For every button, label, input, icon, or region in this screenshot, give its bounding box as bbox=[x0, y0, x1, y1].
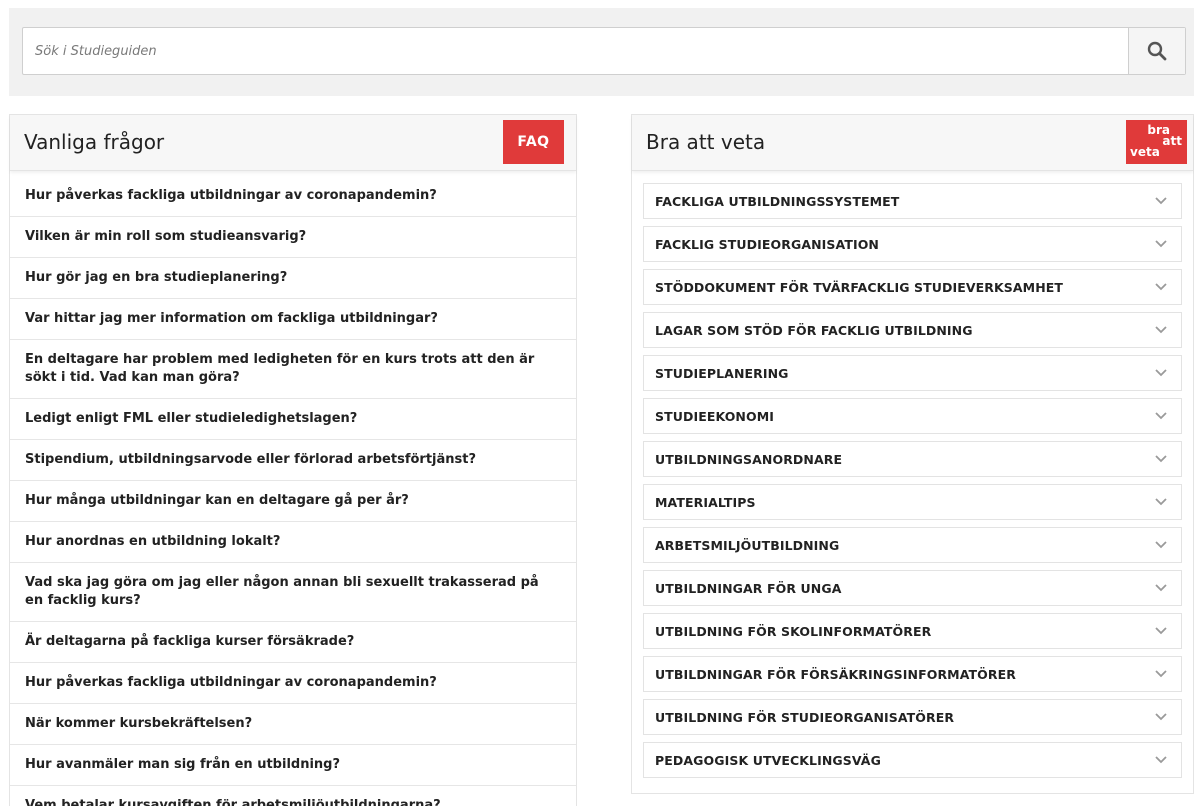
chevron-down-icon bbox=[1155, 498, 1167, 506]
accordion-label: ARBETSMILJÖUTBILDNING bbox=[655, 537, 840, 553]
accordion-item[interactable]: STUDIEEKONOMI bbox=[643, 398, 1182, 434]
accordion-label: UTBILDNINGAR FÖR FÖRSÄKRINGSINFORMATÖRER bbox=[655, 666, 1016, 682]
accordion-item[interactable]: LAGAR SOM STÖD FÖR FACKLIG UTBILDNING bbox=[643, 312, 1182, 348]
chevron-down-icon bbox=[1155, 455, 1167, 463]
chevron-down-icon bbox=[1155, 713, 1167, 721]
faq-item[interactable]: När kommer kursbekräftelsen? bbox=[10, 704, 576, 745]
accordion-item[interactable]: STÖDDOKUMENT FÖR TVÄRFACKLIG STUDIEVERKS… bbox=[643, 269, 1182, 305]
badge-line-3: veta bbox=[1130, 145, 1160, 159]
chevron-down-icon bbox=[1155, 412, 1167, 420]
faq-question-link[interactable]: Vad ska jag göra om jag eller någon anna… bbox=[25, 575, 539, 608]
faq-item[interactable]: Vem betalar kursavgiften för arbetsmiljö… bbox=[10, 786, 576, 806]
accordion-item[interactable]: STUDIEPLANERING bbox=[643, 355, 1182, 391]
faq-question-link[interactable]: En deltagare har problem med ledigheten … bbox=[25, 352, 534, 385]
faq-question-link[interactable]: Hur anordnas en utbildning lokalt? bbox=[25, 534, 280, 549]
accordion-item[interactable]: PEDAGOGISK UTVECKLINGSVÄG bbox=[643, 742, 1182, 778]
accordion-label: PEDAGOGISK UTVECKLINGSVÄG bbox=[655, 752, 881, 768]
search-icon bbox=[1147, 41, 1167, 61]
faq-question-link[interactable]: Vem betalar kursavgiften för arbetsmiljö… bbox=[25, 798, 441, 806]
accordion-item[interactable]: MATERIALTIPS bbox=[643, 484, 1182, 520]
faq-header: Vanliga frågor FAQ bbox=[10, 115, 576, 171]
bra-att-veta-header: Bra att veta bra att veta bbox=[632, 115, 1193, 171]
accordion-label: MATERIALTIPS bbox=[655, 494, 756, 510]
faq-question-link[interactable]: Är deltagarna på fackliga kurser försäkr… bbox=[25, 634, 354, 649]
faq-list: Hur påverkas fackliga utbildningar av co… bbox=[10, 171, 576, 806]
chevron-down-icon bbox=[1155, 541, 1167, 549]
faq-question-link[interactable]: Hur avanmäler man sig från en utbildning… bbox=[25, 757, 340, 772]
faq-question-link[interactable]: Var hittar jag mer information om fackli… bbox=[25, 311, 438, 326]
accordion-label: LAGAR SOM STÖD FÖR FACKLIG UTBILDNING bbox=[655, 322, 973, 338]
accordion-list: FACKLIGA UTBILDNINGSSYSTEMET FACKLIG STUD… bbox=[632, 171, 1193, 778]
accordion-item[interactable]: FACKLIGA UTBILDNINGSSYSTEMET bbox=[643, 183, 1182, 219]
faq-question-link[interactable]: Hur påverkas fackliga utbildningar av co… bbox=[25, 675, 437, 690]
faq-item[interactable]: Stipendium, utbildningsarvode eller förl… bbox=[10, 440, 576, 481]
faq-item[interactable]: Vad ska jag göra om jag eller någon anna… bbox=[10, 563, 576, 622]
faq-question-link[interactable]: När kommer kursbekräftelsen? bbox=[25, 716, 252, 731]
search-button[interactable] bbox=[1128, 28, 1185, 74]
accordion-label: UTBILDNING FÖR SKOLINFORMATÖRER bbox=[655, 623, 932, 639]
accordion-label: FACKLIG STUDIEORGANISATION bbox=[655, 236, 879, 252]
accordion-item[interactable]: UTBILDNING FÖR SKOLINFORMATÖRER bbox=[643, 613, 1182, 649]
faq-question-link[interactable]: Hur många utbildningar kan en deltagare … bbox=[25, 493, 409, 508]
faq-item[interactable]: Ledigt enligt FML eller studieledighetsl… bbox=[10, 399, 576, 440]
faq-item[interactable]: Var hittar jag mer information om fackli… bbox=[10, 299, 576, 340]
faq-item[interactable]: Hur avanmäler man sig från en utbildning… bbox=[10, 745, 576, 786]
faq-item[interactable]: Hur många utbildningar kan en deltagare … bbox=[10, 481, 576, 522]
search-box bbox=[22, 27, 1186, 75]
faq-title: Vanliga frågor bbox=[24, 130, 165, 154]
accordion-item[interactable]: ARBETSMILJÖUTBILDNING bbox=[643, 527, 1182, 563]
chevron-down-icon bbox=[1155, 283, 1167, 291]
chevron-down-icon bbox=[1155, 670, 1167, 678]
search-input[interactable] bbox=[23, 28, 1128, 74]
faq-item[interactable]: Hur påverkas fackliga utbildningar av co… bbox=[10, 176, 576, 217]
accordion-item[interactable]: UTBILDNING FÖR STUDIEORGANISATÖRER bbox=[643, 699, 1182, 735]
faq-panel: Vanliga frågor FAQ Hur påverkas fackliga… bbox=[9, 114, 577, 806]
accordion-label: STÖDDOKUMENT FÖR TVÄRFACKLIG STUDIEVERKS… bbox=[655, 279, 1064, 295]
accordion-item[interactable]: UTBILDNINGSANORDNARE bbox=[643, 441, 1182, 477]
chevron-down-icon bbox=[1155, 197, 1167, 205]
faq-badge: FAQ bbox=[503, 120, 564, 164]
bra-att-veta-title: Bra att veta bbox=[646, 130, 766, 154]
bra-att-veta-panel: Bra att veta bra att veta FACKLIGA UTBIL… bbox=[631, 114, 1194, 794]
chevron-down-icon bbox=[1155, 326, 1167, 334]
faq-item[interactable]: Hur gör jag en bra studieplanering? bbox=[10, 258, 576, 299]
faq-item[interactable]: En deltagare har problem med ledigheten … bbox=[10, 340, 576, 399]
accordion-item[interactable]: UTBILDNINGAR FÖR UNGA bbox=[643, 570, 1182, 606]
accordion-label: UTBILDNINGAR FÖR UNGA bbox=[655, 580, 842, 596]
accordion-label: STUDIEPLANERING bbox=[655, 365, 789, 381]
faq-question-link[interactable]: Stipendium, utbildningsarvode eller förl… bbox=[25, 452, 476, 467]
faq-question-link[interactable]: Hur påverkas fackliga utbildningar av co… bbox=[25, 188, 437, 203]
chevron-down-icon bbox=[1155, 584, 1167, 592]
accordion-label: UTBILDNINGSANORDNARE bbox=[655, 451, 843, 467]
faq-item[interactable]: Vilken är min roll som studieansvarig? bbox=[10, 217, 576, 258]
chevron-down-icon bbox=[1155, 240, 1167, 248]
chevron-down-icon bbox=[1155, 756, 1167, 764]
accordion-label: STUDIEEKONOMI bbox=[655, 408, 775, 424]
accordion-label: FACKLIGA UTBILDNINGSSYSTEMET bbox=[655, 193, 900, 209]
accordion-label: UTBILDNING FÖR STUDIEORGANISATÖRER bbox=[655, 709, 955, 725]
faq-item[interactable]: Hur anordnas en utbildning lokalt? bbox=[10, 522, 576, 563]
search-bar bbox=[9, 8, 1194, 96]
faq-question-link[interactable]: Vilken är min roll som studieansvarig? bbox=[25, 229, 306, 244]
accordion-item[interactable]: UTBILDNINGAR FÖR FÖRSÄKRINGSINFORMATÖRER bbox=[643, 656, 1182, 692]
chevron-down-icon bbox=[1155, 627, 1167, 635]
faq-question-link[interactable]: Hur gör jag en bra studieplanering? bbox=[25, 270, 287, 285]
accordion-item[interactable]: FACKLIG STUDIEORGANISATION bbox=[643, 226, 1182, 262]
faq-question-link[interactable]: Ledigt enligt FML eller studieledighetsl… bbox=[25, 411, 357, 426]
faq-item[interactable]: Är deltagarna på fackliga kurser försäkr… bbox=[10, 622, 576, 663]
chevron-down-icon bbox=[1155, 369, 1167, 377]
faq-item[interactable]: Hur påverkas fackliga utbildningar av co… bbox=[10, 663, 576, 704]
bra-att-veta-badge: bra att veta bbox=[1126, 120, 1187, 164]
